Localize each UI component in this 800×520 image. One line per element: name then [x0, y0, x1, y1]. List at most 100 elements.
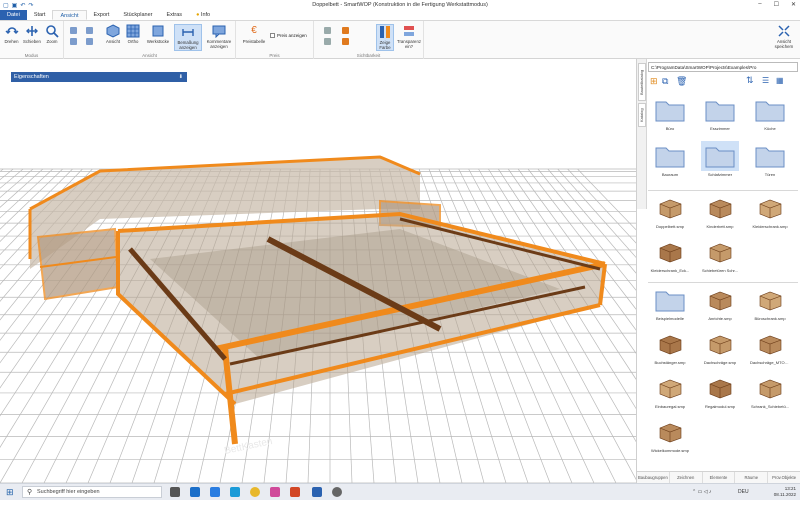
- item-label: Esszimmer: [710, 126, 730, 131]
- model-item[interactable]: Kleiderschrank.smp: [750, 193, 790, 229]
- furniture-thumbnail-icon: [751, 285, 789, 315]
- tab-info[interactable]: ● Info: [189, 10, 217, 20]
- vtab-bauteilkatalog[interactable]: Bauteilkatalog: [638, 63, 646, 101]
- new-folder-icon[interactable]: ⊞: [650, 76, 658, 87]
- 3d-viewport[interactable]: BettKasten Eigenschaften ⬇: [0, 59, 636, 483]
- group-sichtbarkeit: Zeige Farbe Transparenz ein? Sichtbarkei…: [314, 21, 424, 59]
- store-icon[interactable]: [210, 487, 220, 497]
- view-front-icon[interactable]: [70, 27, 77, 34]
- folder-item[interactable]: Büro: [650, 95, 690, 131]
- model-item[interactable]: Büroschrank.smp: [750, 285, 790, 321]
- model-item[interactable]: Buchstänger.smp: [650, 329, 690, 365]
- scene-canvas[interactable]: BettKasten: [0, 59, 636, 483]
- ansicht-speichern-button[interactable]: Ansicht speichern: [770, 24, 798, 49]
- model-item[interactable]: Einbauregal.smp: [650, 373, 690, 409]
- vtab-katalog[interactable]: Katalog: [638, 103, 646, 127]
- model-item[interactable]: Regalmodul.smp: [700, 373, 740, 409]
- visibility-b-icon[interactable]: [324, 38, 331, 45]
- taskbar-search[interactable]: ⚲ Suchbegriff hier eingeben: [22, 486, 162, 498]
- model-item[interactable]: Wickelkommode.smp: [650, 417, 690, 453]
- maximize-icon[interactable]: ☐: [774, 1, 779, 8]
- transparenz-label: Transparenz ein?: [397, 39, 421, 49]
- furniture-thumbnail-icon: [651, 417, 689, 447]
- minimize-icon[interactable]: –: [758, 1, 761, 8]
- folder-item[interactable]: Bauraum: [650, 141, 690, 177]
- model-item[interactable]: Anrichte.smp: [700, 285, 740, 321]
- folder-item[interactable]: Schlafzimmer: [700, 141, 740, 177]
- folder-item[interactable]: Türen: [750, 141, 790, 177]
- tray-icons[interactable]: ⌃ ▭ ◁ ♪: [692, 489, 711, 495]
- tab-start[interactable]: Start: [27, 10, 53, 20]
- btab-raeume[interactable]: Räume: [735, 472, 769, 483]
- btab-prov-objekte[interactable]: Prov.Objekte: [768, 472, 800, 483]
- model-item[interactable]: Dachschräge_MTOS...: [750, 329, 790, 365]
- view-top-icon[interactable]: [86, 27, 93, 34]
- workpiece-icon: [152, 25, 164, 37]
- edge-icon[interactable]: [230, 487, 240, 497]
- tab-ansicht[interactable]: Ansicht: [52, 10, 87, 20]
- kommentare-button[interactable]: Kommentare anzeigen: [204, 24, 234, 49]
- visibility-d-icon[interactable]: [342, 38, 349, 45]
- sort-icon[interactable]: ⇅: [746, 75, 754, 86]
- outlook-icon[interactable]: [190, 487, 200, 497]
- path-field[interactable]: C:\ProgramData\SmartWOP\Projects\Example…: [648, 62, 798, 72]
- model-item[interactable]: Schiebetüren Schr...: [700, 237, 740, 273]
- model-item[interactable]: Schrank_Schiebetü...: [750, 373, 790, 409]
- view-right-icon[interactable]: [86, 38, 93, 45]
- clock-date: 08.11.2022: [773, 492, 796, 497]
- ansicht-speichern-label: Ansicht speichern: [774, 39, 794, 49]
- bemassung-button[interactable]: Bemaßung anzeigen: [174, 24, 202, 51]
- separator: [648, 190, 798, 191]
- app-icon[interactable]: [270, 487, 280, 497]
- properties-panel-header[interactable]: Eigenschaften ⬇: [11, 72, 187, 82]
- preis-anzeigen-checkbox[interactable]: Preis anzeigen: [270, 33, 307, 38]
- schieben-button[interactable]: Schieben: [22, 24, 42, 44]
- drehen-button[interactable]: Drehen: [2, 24, 21, 44]
- visibility-a-icon[interactable]: [324, 27, 331, 34]
- preistabelle-button[interactable]: € Preistabelle: [240, 24, 268, 44]
- folder-item[interactable]: Küche: [750, 95, 790, 131]
- cube-icon: [106, 24, 120, 38]
- zoom-button[interactable]: Zoom: [43, 24, 61, 44]
- tab-extras[interactable]: Extras: [159, 10, 189, 20]
- chrome-icon[interactable]: [250, 487, 260, 497]
- ortho-button[interactable]: Ortho: [124, 24, 142, 44]
- settings-icon[interactable]: [332, 487, 342, 497]
- ansicht-button[interactable]: Ansicht: [104, 24, 122, 44]
- model-item[interactable]: Dachschräge.smp: [700, 329, 740, 365]
- copy-icon[interactable]: ⧉: [662, 76, 668, 87]
- tab-stueckplaner[interactable]: Stückplaner: [116, 10, 159, 20]
- furniture-thumbnail-icon: [651, 193, 689, 223]
- btab-elemente[interactable]: Elemente: [703, 472, 736, 483]
- tab-export[interactable]: Export: [87, 10, 117, 20]
- powerpoint-icon[interactable]: [290, 487, 300, 497]
- model-item[interactable]: Doppelbett.smp: [650, 193, 690, 229]
- zeige-farbe-button[interactable]: Zeige Farbe: [376, 24, 394, 51]
- task-view-icon[interactable]: [170, 487, 180, 497]
- model-item[interactable]: Beispielmodelle: [650, 285, 690, 321]
- view-left-icon[interactable]: [70, 38, 77, 45]
- furniture-thumbnail-icon: [651, 329, 689, 359]
- folder-item[interactable]: Esszimmer: [700, 95, 740, 131]
- btab-zeichnen[interactable]: Zeichnen: [670, 472, 703, 483]
- grid-view-icon[interactable]: ▦: [776, 76, 784, 85]
- folder-icon: [701, 95, 739, 125]
- close-icon[interactable]: ✕: [791, 1, 796, 8]
- folder-grid: Büro Esszimmer Küche Bauraum Schlafzimmer Tür…: [648, 95, 798, 187]
- transparenz-button[interactable]: Transparenz ein?: [396, 24, 422, 49]
- werkstuecke-button[interactable]: Werkstücke: [144, 24, 172, 44]
- taskbar: ⊞ ⚲ Suchbegriff hier eingeben ⌃ ▭ ◁ ♪ DE…: [0, 483, 800, 500]
- list-view-icon[interactable]: ☰: [762, 76, 769, 85]
- language-indicator[interactable]: DEU: [738, 489, 749, 495]
- btab-baubaugruppen[interactable]: Baubaugruppen: [637, 472, 670, 483]
- model-item[interactable]: Kleiderschrank_Eck...: [650, 237, 690, 273]
- clock[interactable]: 13:21 08.11.2022: [774, 486, 796, 498]
- tab-datei[interactable]: Datei: [0, 10, 27, 20]
- model-item[interactable]: Kinderbett.smp: [700, 193, 740, 229]
- windows-start-icon[interactable]: ⊞: [6, 487, 14, 498]
- visibility-c-icon[interactable]: [342, 27, 349, 34]
- pin-icon[interactable]: ⬇: [179, 72, 183, 82]
- delete-icon[interactable]: 🗑: [676, 76, 687, 87]
- smartwop-icon[interactable]: [312, 487, 322, 497]
- item-label: Doppelbett.smp: [655, 224, 684, 229]
